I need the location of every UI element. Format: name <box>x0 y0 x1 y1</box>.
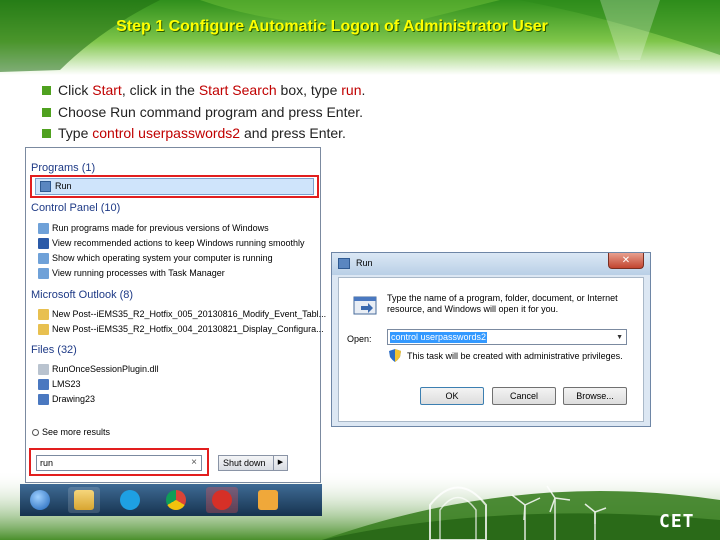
item-label: RunOnceSessionPlugin.dll <box>52 364 159 374</box>
file-item[interactable]: LMS23 <box>38 377 81 391</box>
files-heading: Files (32) <box>31 344 77 356</box>
bullet-square-icon <box>42 86 51 95</box>
run-highlight-box <box>30 175 319 198</box>
search-icon <box>32 429 39 437</box>
bullet-square-icon <box>42 129 51 138</box>
shutdown-options-arrow-icon[interactable]: ▶ <box>273 456 287 470</box>
open-command-input[interactable]: control userpasswords2 ▼ <box>387 329 627 345</box>
cet-logo: CET <box>659 511 695 532</box>
outlook-heading: Microsoft Outlook (8) <box>31 289 134 301</box>
file-item[interactable]: RunOnceSessionPlugin.dll <box>38 362 159 376</box>
open-label: Open: <box>347 334 372 344</box>
instruction-item: Choose Run command program and press Ent… <box>40 102 365 124</box>
item-label: New Post--iEMS35_R2_Hotfix_004_20130821_… <box>52 324 324 334</box>
instruction-text: . <box>361 82 366 98</box>
control-panel-item[interactable]: View recommended actions to keep Windows… <box>38 236 304 250</box>
highlighted-text: run <box>341 82 362 98</box>
admin-privileges-note: This task will be created with administr… <box>407 351 623 361</box>
instruction-text: , click in the <box>121 82 199 98</box>
shutdown-label: Shut down <box>223 458 266 468</box>
uac-shield-icon <box>389 349 401 362</box>
outlook-icon[interactable] <box>252 487 284 513</box>
system-icon <box>38 253 49 265</box>
instruction-item: Click Start, click in the Start Search b… <box>40 80 365 102</box>
chevron-down-icon[interactable]: ▼ <box>616 330 623 345</box>
task-manager-icon <box>38 268 49 280</box>
outlook-item[interactable]: New Post--iEMS35_R2_Hotfix_004_20130821_… <box>38 322 324 336</box>
control-panel-heading: Control Panel (10) <box>31 202 121 214</box>
control-panel-item[interactable]: View running processes with Task Manager <box>38 266 225 280</box>
outlook-item[interactable]: New Post--iEMS35_R2_Hotfix_005_20130816_… <box>38 307 326 321</box>
item-label: LMS23 <box>52 379 81 389</box>
control-panel-item[interactable]: Show which operating system your compute… <box>38 251 273 265</box>
shutdown-button[interactable]: Shut down ▶ <box>218 455 288 471</box>
instruction-text: box, type <box>276 82 342 98</box>
run-description: Type the name of a program, folder, docu… <box>387 293 618 314</box>
search-highlight-box <box>29 448 209 476</box>
item-label: Show which operating system your compute… <box>52 253 273 263</box>
item-label: View running processes with Task Manager <box>52 268 225 278</box>
highlighted-text: control userpasswords2 <box>92 125 241 141</box>
item-label: View recommended actions to keep Windows… <box>52 238 305 248</box>
mail-icon <box>38 309 49 321</box>
control-panel-icon <box>38 223 49 235</box>
run-program-icon <box>353 296 377 315</box>
close-icon[interactable]: ✕ <box>608 253 644 269</box>
instruction-text: Choose Run command program and press Ent… <box>58 103 364 120</box>
document-icon <box>38 379 49 391</box>
item-label: New Post--iEMS35_R2_Hotfix_005_20130816_… <box>52 309 327 319</box>
browse-button[interactable]: Browse... <box>563 387 627 405</box>
see-more-label: See more results <box>42 427 111 437</box>
control-panel-item[interactable]: Run programs made for previous versions … <box>38 221 269 235</box>
dll-file-icon <box>38 364 49 376</box>
run-dialog: Run ✕ Type the name of a program, folder… <box>331 252 651 427</box>
bullet-square-icon <box>42 107 51 117</box>
instruction-text: Click <box>58 82 93 98</box>
instruction-item: Type control userpasswords2 and press En… <box>40 123 365 145</box>
app-icon[interactable] <box>206 487 238 513</box>
taskbar <box>20 484 322 516</box>
run-dialog-title: Run <box>356 258 373 268</box>
see-more-results-link[interactable]: See more results <box>32 427 110 437</box>
instruction-text: Type <box>58 125 93 141</box>
skype-icon[interactable] <box>114 487 146 513</box>
explorer-icon[interactable] <box>68 487 100 513</box>
instruction-text: and press Enter. <box>240 125 346 141</box>
ok-button[interactable]: OK <box>420 387 484 405</box>
windows-start-icon[interactable] <box>24 487 56 513</box>
programs-heading: Programs (1) <box>31 162 96 174</box>
open-command-value: control userpasswords2 <box>390 332 488 343</box>
slide-title: Step 1 Configure Automatic Logon of Admi… <box>116 18 548 35</box>
highlighted-text: Start <box>92 82 122 98</box>
drawing-icon <box>38 394 49 406</box>
cancel-button[interactable]: Cancel <box>492 387 556 405</box>
item-label: Drawing23 <box>52 394 96 404</box>
flag-icon <box>38 238 49 250</box>
item-label: Run programs made for previous versions … <box>52 223 269 233</box>
mail-icon <box>38 324 49 336</box>
start-menu: Programs (1) Run Control Panel (10) Run … <box>25 147 326 483</box>
chrome-icon[interactable] <box>160 487 192 513</box>
run-dialog-titlebar[interactable]: Run ✕ <box>332 253 650 275</box>
highlighted-text: Start Search <box>198 82 277 98</box>
instruction-list: Click Start, click in the Start Search b… <box>40 80 365 145</box>
file-item[interactable]: Drawing23 <box>38 392 95 406</box>
run-title-icon <box>338 258 350 269</box>
